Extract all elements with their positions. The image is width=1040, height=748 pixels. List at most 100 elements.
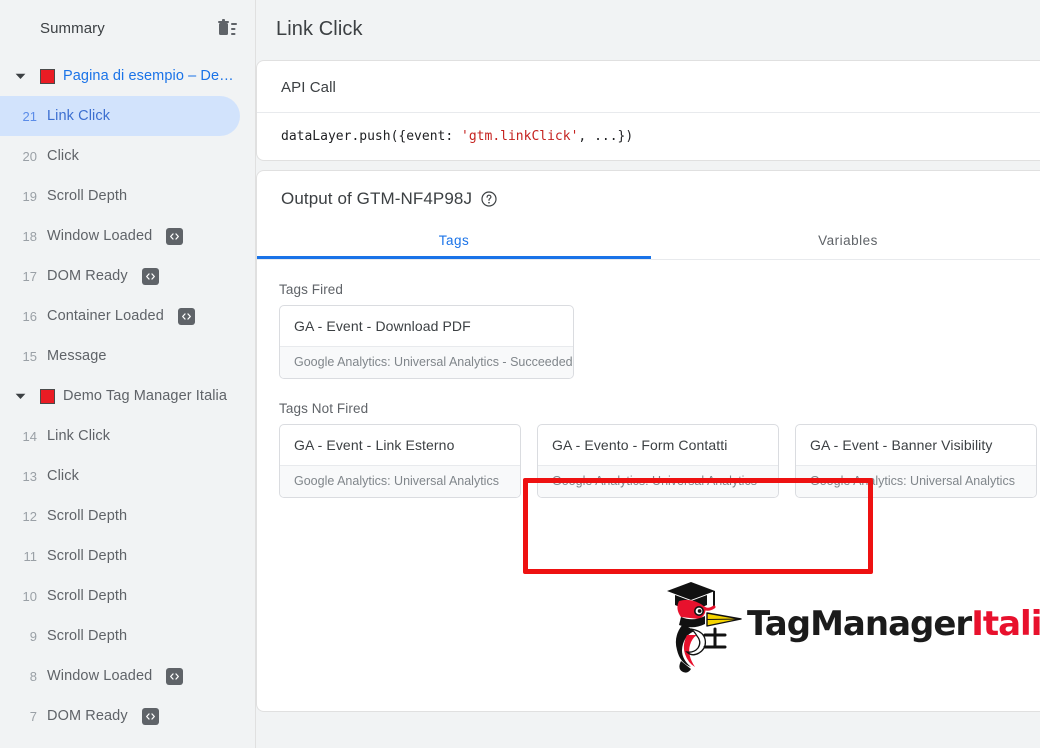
tag-name: GA - Event - Banner Visibility [796,425,1036,465]
logo-wordmark: TagManagerItalia [747,607,1040,641]
event-pill[interactable]: 21 Link Click [0,96,240,136]
sidebar-item-event-10[interactable]: 10Scroll Depth [0,576,255,616]
code-icon [142,708,159,725]
tags-fired-grid: GA - Event - Download PDFGoogle Analytic… [279,305,1040,379]
sidebar-group-0[interactable]: Pagina di esempio – De… [0,56,255,96]
code-prefix: dataLayer.push({event: [281,129,461,144]
event-name: Container Loaded [47,308,164,324]
sidebar-group-label: Demo Tag Manager Italia [63,388,227,404]
event-pill[interactable]: 18Window Loaded [0,216,240,256]
event-pill[interactable]: 17DOM Ready [0,256,240,296]
event-number: 15 [20,349,37,364]
tag-name: GA - Event - Link Esterno [280,425,520,465]
container-color-swatch [40,69,55,84]
trash-list-icon[interactable] [215,16,239,40]
event-number: 7 [20,709,37,724]
tag-name: GA - Event - Download PDF [280,306,573,346]
code-icon [178,308,195,325]
chevron-down-icon[interactable] [8,384,32,408]
help-circle-icon[interactable] [481,191,497,207]
sidebar-item-event-12[interactable]: 12Scroll Depth [0,496,255,536]
sidebar-item-event-17[interactable]: 17DOM Ready [0,256,255,296]
tag-card-not-fired[interactable]: GA - Event - Link EsternoGoogle Analytic… [279,424,521,498]
tag-card-not-fired[interactable]: GA - Evento - Form ContattiGoogle Analyt… [537,424,779,498]
event-name: Scroll Depth [47,548,127,564]
event-number: 18 [20,229,37,244]
event-number: 11 [20,549,37,564]
event-pill[interactable]: 14 Link Click [0,416,240,456]
main-panel: Link Click API Call dataLayer.push({even… [256,0,1040,748]
output-tabs: Tags Variables [257,223,1040,260]
sidebar-header: Summary [0,0,255,56]
event-pill[interactable]: 15 Message [0,336,240,376]
sidebar-group-label: Pagina di esempio – De… [63,68,234,84]
tag-name: GA - Evento - Form Contatti [538,425,778,465]
event-pill[interactable]: 13 Click [0,456,240,496]
event-name: Link Click [47,428,110,444]
container-color-swatch [40,389,55,404]
woodpecker-graduate-logo [657,569,743,678]
event-pill[interactable]: 16Container Loaded [0,296,240,336]
tagmanageritalia-watermark: TagManagerItalia [657,569,1040,678]
sidebar-event-list: Pagina di esempio – De…21Link Click20Cli… [0,56,255,736]
chevron-down-icon[interactable] [8,64,32,88]
code-event-string: 'gtm.linkClick' [461,129,578,144]
event-number: 13 [20,469,37,484]
event-name: Message [47,348,107,364]
code-icon [166,668,183,685]
event-pill[interactable]: 10Scroll Depth [0,576,240,616]
event-pill[interactable]: 12Scroll Depth [0,496,240,536]
sidebar-item-event-9[interactable]: 9Scroll Depth [0,616,255,656]
output-header: Output of GTM-NF4P98J [257,171,1040,209]
api-call-code: dataLayer.push({event: 'gtm.linkClick', … [257,112,1040,160]
event-name: Click [47,468,79,484]
sidebar-item-event-11[interactable]: 11 Scroll Depth [0,536,255,576]
event-number: 14 [20,429,37,444]
code-suffix: , ...}) [578,129,633,144]
sidebar-item-event-15[interactable]: 15 Message [0,336,255,376]
event-pill[interactable]: 19Scroll Depth [0,176,240,216]
tab-tags[interactable]: Tags [257,223,651,259]
event-name: DOM Ready [47,708,128,724]
sidebar-item-event-18[interactable]: 18Window Loaded [0,216,255,256]
sidebar-item-event-14[interactable]: 14 Link Click [0,416,255,456]
event-number: 19 [20,189,37,204]
sidebar-item-event-21[interactable]: 21 Link Click [0,96,255,136]
event-pill[interactable]: 7 DOM Ready [0,696,240,736]
sidebar-item-event-7[interactable]: 7 DOM Ready [0,696,255,736]
code-icon [166,228,183,245]
event-pill[interactable]: 9Scroll Depth [0,616,240,656]
event-number: 20 [20,149,37,164]
sidebar-group-1[interactable]: Demo Tag Manager Italia [0,376,255,416]
event-name: Link Click [47,108,110,124]
sidebar-item-event-16[interactable]: 16Container Loaded [0,296,255,336]
sidebar-item-event-8[interactable]: 8 Window Loaded [0,656,255,696]
event-pill[interactable]: 11 Scroll Depth [0,536,240,576]
event-number: 21 [20,109,37,124]
api-call-card: API Call dataLayer.push({event: 'gtm.lin… [256,60,1040,161]
event-name: Scroll Depth [47,628,127,644]
tag-card-not-fired[interactable]: GA - Event - Banner VisibilityGoogle Ana… [795,424,1037,498]
tag-meta: Google Analytics: Universal Analytics [796,465,1036,497]
output-card: Output of GTM-NF4P98J Tags Variables Tag… [256,170,1040,712]
code-icon [142,268,159,285]
tags-fired-label: Tags Fired [279,282,1040,297]
tab-variables[interactable]: Variables [651,223,1040,259]
page-title: Link Click [256,0,1040,41]
output-heading: Output of GTM-NF4P98J [281,189,472,209]
sidebar-title: Summary [40,20,105,37]
event-pill[interactable]: 20Click [0,136,240,176]
event-name: Scroll Depth [47,508,127,524]
logo-text-black: TagManager [747,604,971,644]
api-call-heading: API Call [257,61,1040,112]
sidebar-item-event-13[interactable]: 13 Click [0,456,255,496]
event-name: Window Loaded [47,668,152,684]
event-number: 8 [20,669,37,684]
tag-card-fired[interactable]: GA - Event - Download PDFGoogle Analytic… [279,305,574,379]
sidebar-item-event-20[interactable]: 20Click [0,136,255,176]
tag-meta: Google Analytics: Universal Analytics [538,465,778,497]
event-pill[interactable]: 8 Window Loaded [0,656,240,696]
tag-meta: Google Analytics: Universal Analytics - … [280,346,573,378]
tags-not-fired-grid: GA - Event - Link Esterno Google Analytic… [279,424,1040,498]
sidebar-item-event-19[interactable]: 19Scroll Depth [0,176,255,216]
